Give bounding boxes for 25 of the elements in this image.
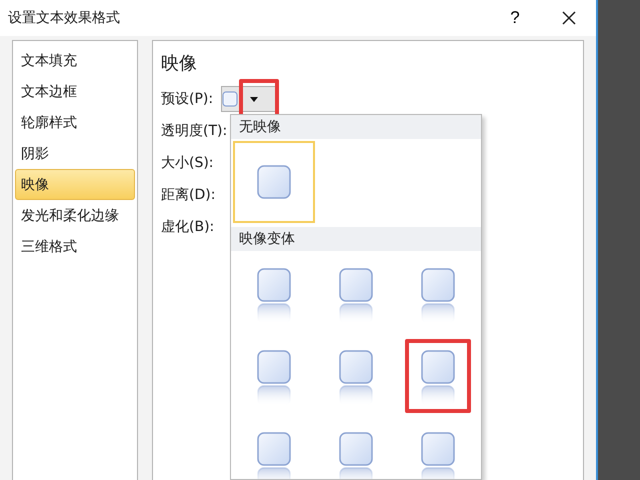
window-title: 设置文本效果格式 xyxy=(8,9,121,27)
sidebar-item[interactable]: 映像 xyxy=(15,169,135,200)
sidebar-item[interactable]: 文本边框 xyxy=(15,76,135,107)
sidebar-item[interactable]: 轮廓样式 xyxy=(15,107,135,138)
gallery-item[interactable] xyxy=(233,141,315,223)
close-icon xyxy=(562,11,576,25)
field-label: 预设(P): xyxy=(161,90,214,108)
help-button[interactable]: ? xyxy=(488,0,542,36)
sidebar-item[interactable]: 三维格式 xyxy=(15,231,135,262)
section-title: 映像 xyxy=(161,52,198,75)
sidebar-item[interactable]: 发光和柔化边缘 xyxy=(15,200,135,231)
sidebar-item[interactable]: 阴影 xyxy=(15,138,135,169)
reflection-thumbnail-icon xyxy=(338,431,374,479)
field-label: 虚化(B): xyxy=(161,218,214,236)
caret-icon xyxy=(250,96,258,102)
field-label: 大小(S): xyxy=(161,154,214,172)
square-thumbnail-icon xyxy=(256,164,292,200)
gallery-section-header: 映像变体 xyxy=(231,227,481,251)
reflection-thumbnail-icon xyxy=(256,431,292,479)
field-label: 透明度(T): xyxy=(161,122,228,140)
thumbnail-icon xyxy=(222,90,238,108)
field-label: 距离(D): xyxy=(161,186,216,204)
gallery-section-header: 无映像 xyxy=(231,115,481,139)
reflection-thumbnail-icon xyxy=(420,431,456,479)
sidebar-item[interactable]: 文本填充 xyxy=(15,45,135,76)
